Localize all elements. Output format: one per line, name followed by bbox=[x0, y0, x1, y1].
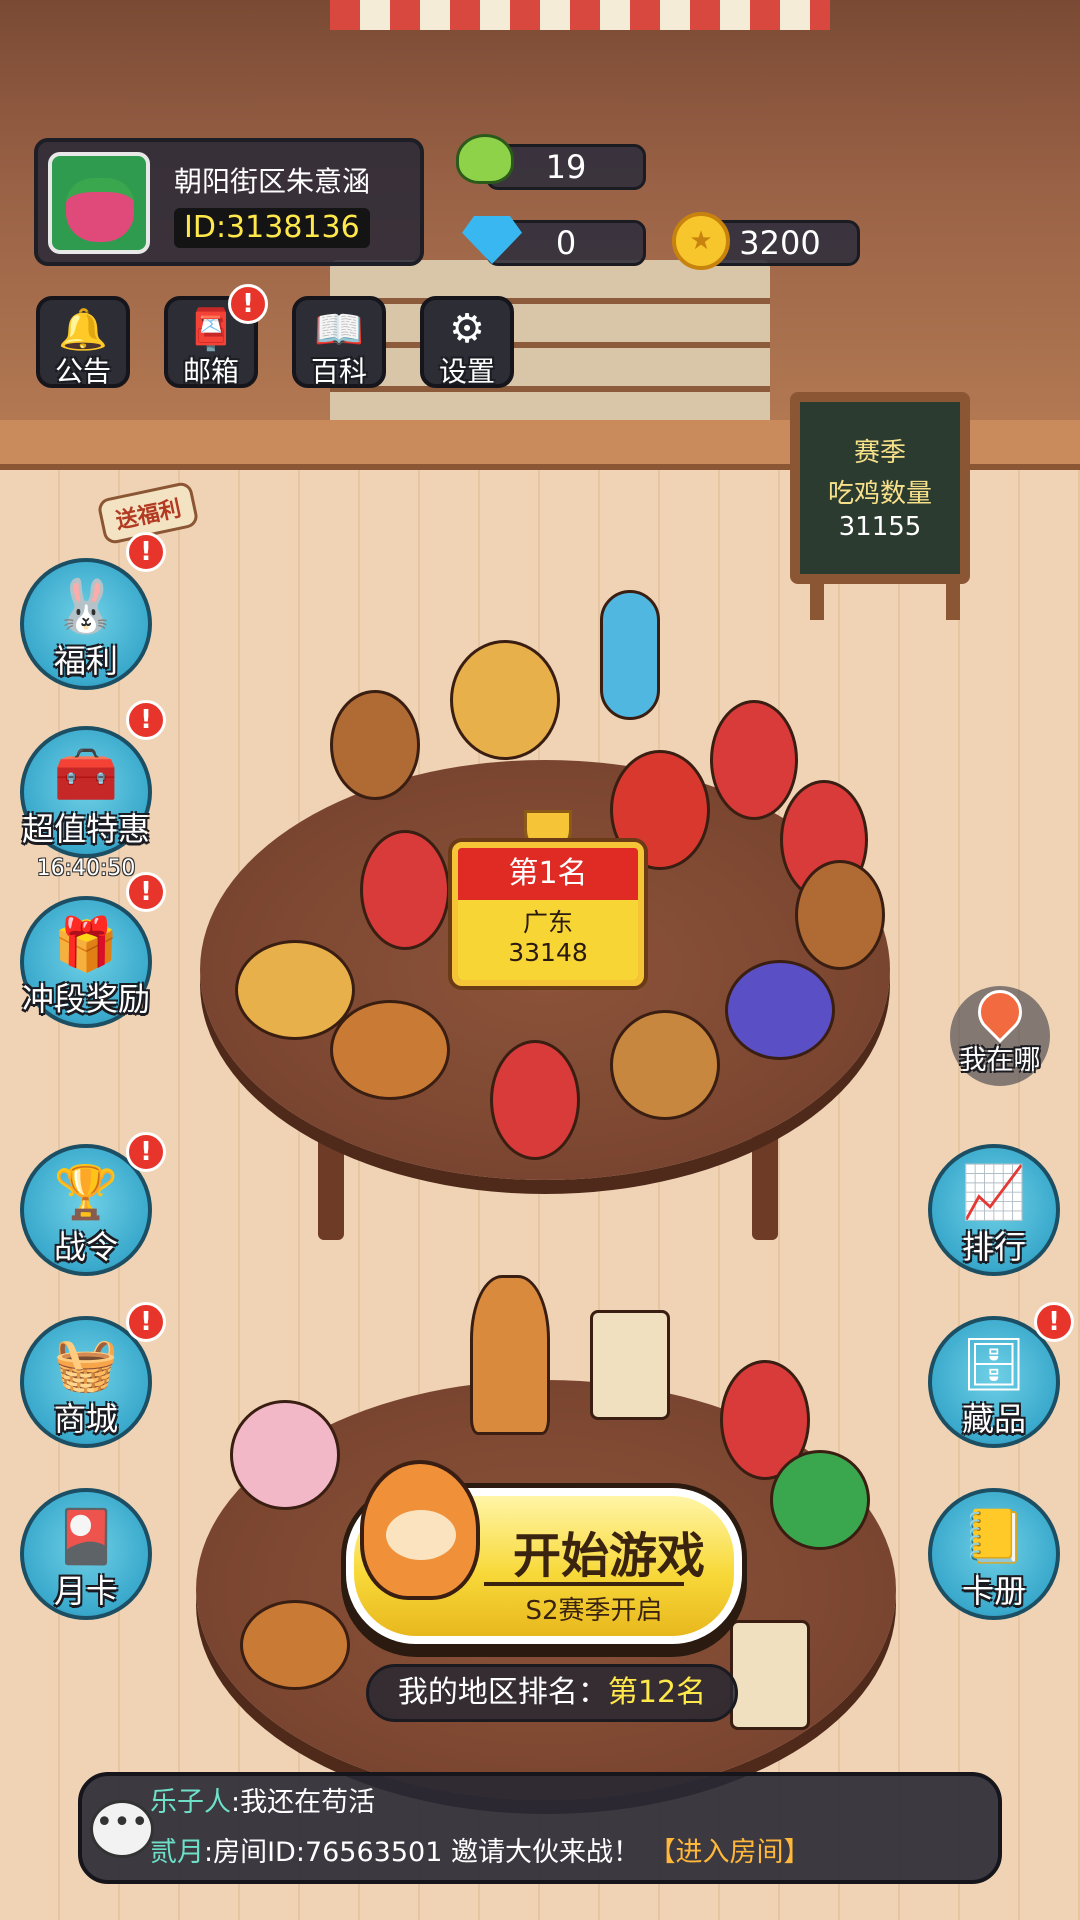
burger-snack bbox=[240, 1600, 350, 1690]
card-album-label: 卡册 bbox=[961, 1572, 1026, 1610]
book-icon: 📖 bbox=[314, 307, 364, 353]
player-name: 朝阳街区朱意涵 bbox=[174, 165, 371, 198]
chat-message: 乐子人:我还在苟活 bbox=[150, 1780, 375, 1819]
season-subtitle: S2赛季开启 bbox=[525, 1596, 663, 1626]
chat-message: 贰月:房间ID:76563501 邀请大伙来战！ 【进入房间】 bbox=[150, 1830, 811, 1869]
monthly-card-button[interactable]: 🎴 月卡 bbox=[20, 1488, 152, 1620]
diamond-count: 0 bbox=[555, 224, 577, 262]
shopping-basket-icon: 🧺 bbox=[53, 1335, 119, 1395]
shop-awning bbox=[330, 0, 830, 30]
shop-label: 商城 bbox=[53, 1400, 118, 1438]
chat-bubble-icon[interactable]: ••• bbox=[90, 1800, 154, 1858]
plaque-region: 广东 bbox=[522, 908, 573, 937]
encyclopedia-button[interactable]: 📖 百科 bbox=[292, 296, 386, 388]
bunny-icon: 🐰 bbox=[53, 577, 119, 637]
mailbox-label: 邮箱 bbox=[182, 355, 239, 388]
card-icon: 🎴 bbox=[53, 1507, 119, 1567]
table-leg bbox=[752, 1130, 778, 1240]
chat-user: 乐子人 bbox=[150, 1787, 231, 1818]
plaque-score: 33148 bbox=[508, 938, 588, 967]
wafer-snack bbox=[730, 1620, 810, 1730]
settings-label: 设置 bbox=[438, 355, 495, 388]
region-rank-label: 我的地区排名： bbox=[397, 1675, 608, 1710]
profile-card[interactable]: 朝阳街区朱意涵 ID:3138136 bbox=[34, 138, 424, 266]
gear-icon: ⚙ bbox=[449, 306, 485, 352]
macaron-snack bbox=[725, 960, 835, 1060]
mailbox-alert-badge: ! bbox=[228, 284, 268, 324]
watermelon-snack bbox=[770, 1450, 870, 1550]
announcement-label: 公告 bbox=[54, 355, 111, 388]
start-game-label: 开始游戏 bbox=[512, 1528, 705, 1584]
album-icon: 📒 bbox=[961, 1507, 1027, 1567]
ranking-button[interactable]: 📈 排行 bbox=[928, 1144, 1060, 1276]
board-leg bbox=[946, 584, 960, 620]
soda-can bbox=[710, 700, 798, 820]
donut-snack bbox=[610, 1010, 720, 1120]
where-am-i-label: 我在哪 bbox=[959, 1045, 1041, 1076]
cone-snack bbox=[795, 860, 885, 970]
collection-label: 藏品 bbox=[961, 1400, 1026, 1438]
board-leg bbox=[810, 584, 824, 620]
board-count-value: 31155 bbox=[838, 512, 922, 542]
collection-alert-badge: ! bbox=[1034, 1302, 1074, 1342]
bell-icon: 🔔 bbox=[58, 307, 108, 353]
avatar[interactable] bbox=[48, 152, 150, 254]
chart-icon: 📈 bbox=[961, 1163, 1027, 1223]
special-deal-label: 超值特惠 bbox=[21, 810, 150, 848]
season-chalkboard: 赛季 吃鸡数量 31155 bbox=[790, 392, 970, 584]
special-deal-button[interactable]: 🧰 超值特惠 bbox=[20, 726, 152, 858]
welfare-button[interactable]: 🐰 福利 bbox=[20, 558, 152, 690]
board-count-label: 吃鸡数量 bbox=[827, 479, 932, 509]
chat-user: 贰月 bbox=[150, 1837, 204, 1868]
card-album-button[interactable]: 📒 卡册 bbox=[928, 1488, 1060, 1620]
squirrel-mascot-icon bbox=[360, 1460, 480, 1600]
location-pin-icon bbox=[968, 980, 1032, 1044]
rank-reward-label: 冲段奖励 bbox=[21, 980, 150, 1018]
my-region-rank[interactable]: 我的地区排名：第12名 bbox=[366, 1664, 738, 1722]
shop-alert-badge: ! bbox=[126, 1302, 166, 1342]
coin-count: 3200 bbox=[739, 224, 821, 262]
trophy-icon: 🏆 bbox=[53, 1163, 119, 1223]
battle-pass-label: 战令 bbox=[53, 1228, 118, 1266]
battle-pass-alert-badge: ! bbox=[126, 1132, 166, 1172]
enter-room-link[interactable]: 【进入房间】 bbox=[649, 1837, 811, 1868]
where-am-i-button[interactable]: 我在哪 bbox=[950, 980, 1050, 1086]
chat-text: :房间ID:76563501 邀请大伙来战！ bbox=[204, 1837, 640, 1868]
vending-machine-icon: 🗄 bbox=[960, 1335, 1027, 1395]
noodle-snack bbox=[450, 640, 560, 760]
mochi-snack bbox=[230, 1400, 340, 1510]
monthly-card-label: 月卡 bbox=[53, 1572, 118, 1610]
welfare-label: 福利 bbox=[53, 642, 118, 680]
frog-icon bbox=[456, 134, 514, 184]
deal-alert-badge: ! bbox=[126, 700, 166, 740]
frog-count: 19 bbox=[545, 148, 587, 186]
announcement-button[interactable]: 🔔 公告 bbox=[36, 296, 130, 388]
wafer-snack bbox=[590, 1310, 670, 1420]
soda-can bbox=[360, 830, 450, 950]
rank-reward-alert-badge: ! bbox=[126, 872, 166, 912]
burger-snack bbox=[330, 1000, 450, 1100]
coin-icon: ★ bbox=[672, 212, 730, 270]
water-bottle bbox=[600, 590, 660, 720]
snack-shelf bbox=[330, 260, 770, 430]
top-region-plaque[interactable]: 第1名 广东 33148 bbox=[452, 842, 644, 986]
gift-box-icon: 🎁 bbox=[53, 915, 119, 975]
start-divider bbox=[484, 1582, 684, 1586]
soda-can bbox=[490, 1040, 580, 1160]
board-season-label: 赛季 bbox=[853, 438, 906, 468]
settings-button[interactable]: ⚙ 设置 bbox=[420, 296, 514, 388]
plaque-rank: 第1名 bbox=[458, 848, 638, 900]
region-rank-value: 第12名 bbox=[607, 1675, 707, 1710]
treasure-chest-icon: 🧰 bbox=[53, 745, 119, 805]
chat-text: :我还在苟活 bbox=[231, 1787, 376, 1818]
welfare-alert-badge: ! bbox=[126, 532, 166, 572]
encyclopedia-label: 百科 bbox=[310, 355, 367, 388]
cone-snack bbox=[470, 1275, 550, 1435]
table-leg bbox=[318, 1130, 344, 1240]
player-id: ID:3138136 bbox=[174, 208, 370, 248]
ranking-label: 排行 bbox=[961, 1228, 1026, 1266]
cone-snack bbox=[330, 690, 420, 800]
rank-reward-button[interactable]: 🎁 冲段奖励 bbox=[20, 896, 152, 1028]
